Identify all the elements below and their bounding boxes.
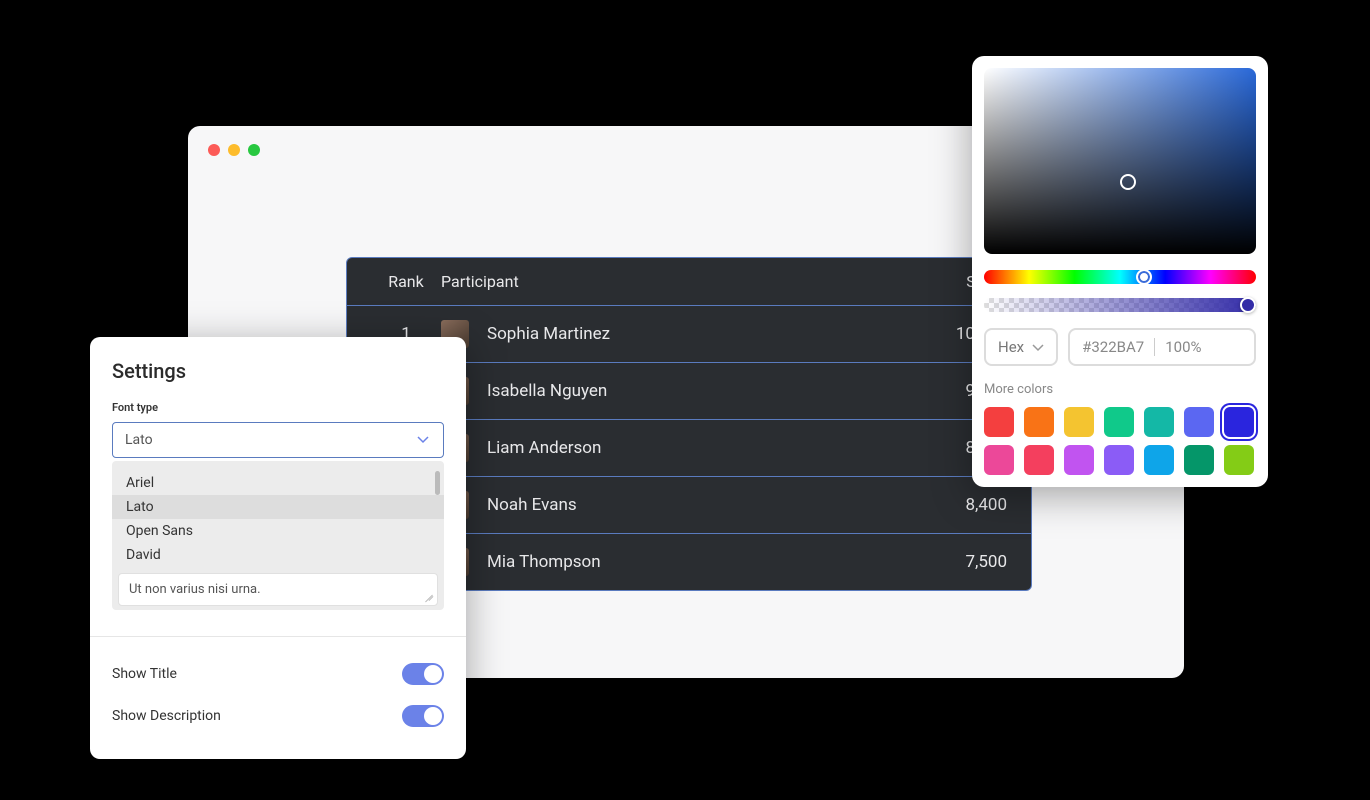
color-swatches bbox=[984, 407, 1256, 475]
font-select[interactable]: Lato bbox=[112, 422, 444, 458]
participant-name: Mia Thompson bbox=[487, 552, 601, 572]
resize-handle-icon[interactable] bbox=[423, 591, 433, 601]
header-participant: Participant bbox=[441, 272, 897, 291]
color-swatch[interactable] bbox=[1184, 445, 1214, 475]
maximize-window-button[interactable] bbox=[248, 144, 260, 156]
color-swatch[interactable] bbox=[1024, 445, 1054, 475]
participant-name: Sophia Martinez bbox=[487, 324, 610, 344]
minimize-window-button[interactable] bbox=[228, 144, 240, 156]
toggle-row: Show Title bbox=[112, 653, 444, 695]
font-option[interactable]: Open Sans bbox=[112, 519, 444, 543]
font-option[interactable]: David bbox=[112, 543, 444, 567]
alpha-slider[interactable] bbox=[984, 298, 1256, 312]
toggle-row: Show Description bbox=[112, 695, 444, 737]
saturation-gradient[interactable] bbox=[984, 68, 1256, 254]
color-picker-panel: Hex #322BA7 100% More colors bbox=[972, 56, 1268, 487]
hue-slider[interactable] bbox=[984, 270, 1256, 284]
participant-name: Isabella Nguyen bbox=[487, 381, 607, 401]
color-swatch[interactable] bbox=[1224, 445, 1254, 475]
show-title-toggle[interactable] bbox=[402, 663, 444, 685]
hue-thumb[interactable] bbox=[1136, 269, 1152, 285]
font-option[interactable]: Ariel bbox=[112, 471, 444, 495]
color-swatch[interactable] bbox=[1144, 407, 1174, 437]
toggle-label: Show Title bbox=[112, 666, 177, 682]
color-swatch[interactable] bbox=[1224, 407, 1254, 437]
divider bbox=[90, 636, 466, 637]
score-cell: 8,400 bbox=[897, 495, 1007, 515]
color-inputs-row: Hex #322BA7 100% bbox=[984, 328, 1256, 366]
leaderboard-header: Rank Participant Score bbox=[347, 258, 1031, 306]
description-textarea[interactable]: Ut non varius nisi urna. bbox=[118, 573, 438, 606]
hex-value: #322BA7 bbox=[1082, 338, 1144, 356]
color-swatch[interactable] bbox=[1104, 445, 1134, 475]
show-description-toggle[interactable] bbox=[402, 705, 444, 727]
color-swatch[interactable] bbox=[1024, 407, 1054, 437]
toggle-label: Show Description bbox=[112, 708, 221, 724]
font-option[interactable]: Lato bbox=[112, 495, 444, 519]
color-swatch[interactable] bbox=[1144, 445, 1174, 475]
more-colors-label: More colors bbox=[984, 382, 1256, 397]
divider bbox=[1154, 338, 1155, 356]
score-cell: 7,500 bbox=[897, 552, 1007, 572]
color-swatch[interactable] bbox=[984, 407, 1014, 437]
hex-input[interactable]: #322BA7 100% bbox=[1068, 328, 1256, 366]
color-format-select[interactable]: Hex bbox=[984, 328, 1058, 366]
chevron-down-icon bbox=[417, 433, 431, 447]
scrollbar[interactable] bbox=[435, 471, 440, 495]
font-type-label: Font type bbox=[112, 401, 444, 414]
header-rank: Rank bbox=[371, 272, 441, 291]
settings-title: Settings bbox=[112, 359, 444, 383]
color-swatch[interactable] bbox=[1184, 407, 1214, 437]
font-select-value: Lato bbox=[125, 432, 153, 448]
font-dropdown: Ariel Lato Open Sans David Ut non varius… bbox=[112, 461, 444, 610]
color-swatch[interactable] bbox=[1064, 445, 1094, 475]
settings-panel: Settings Font type Lato Ariel Lato Open … bbox=[90, 337, 466, 759]
alpha-thumb[interactable] bbox=[1240, 297, 1256, 313]
color-swatch[interactable] bbox=[1064, 407, 1094, 437]
color-swatch[interactable] bbox=[1104, 407, 1134, 437]
color-swatch[interactable] bbox=[984, 445, 1014, 475]
alpha-value: 100% bbox=[1165, 338, 1201, 356]
participant-name: Liam Anderson bbox=[487, 438, 601, 458]
close-window-button[interactable] bbox=[208, 144, 220, 156]
chevron-down-icon bbox=[1032, 338, 1044, 356]
participant-name: Noah Evans bbox=[487, 495, 577, 515]
gradient-cursor[interactable] bbox=[1120, 174, 1136, 190]
